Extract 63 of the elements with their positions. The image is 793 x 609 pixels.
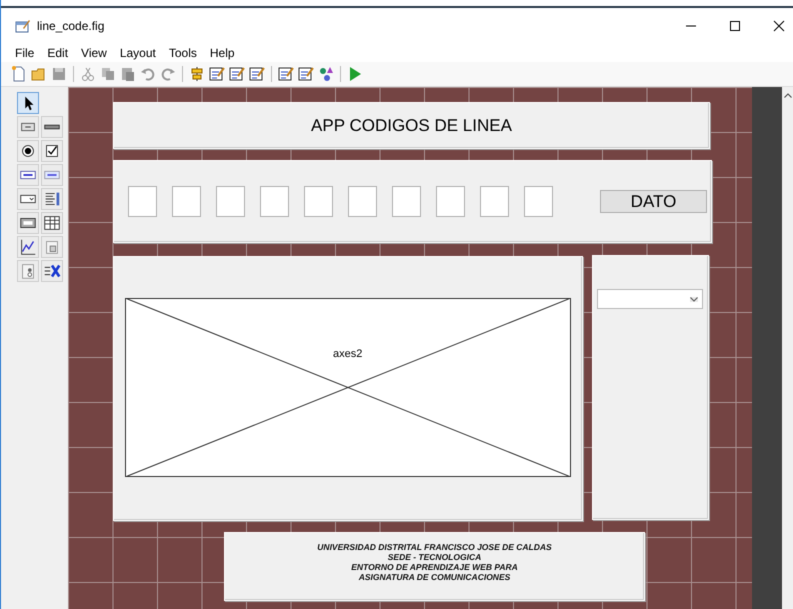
- component-tool[interactable]: [17, 116, 39, 138]
- new-file-icon[interactable]: [11, 66, 27, 82]
- menu-item[interactable]: Help: [210, 46, 235, 60]
- folder-icon[interactable]: [31, 66, 47, 82]
- run-icon[interactable]: [347, 66, 363, 82]
- undo-icon[interactable]: [140, 66, 156, 82]
- window-title: line_code.fig: [37, 19, 104, 33]
- component-tool[interactable]: [41, 116, 63, 138]
- save-icon[interactable]: [51, 66, 67, 82]
- app-title: APP CODIGOS DE LINEA: [311, 116, 512, 136]
- component-tool[interactable]: [17, 140, 39, 162]
- input-field[interactable]: [348, 186, 377, 217]
- chevron-down-icon: [690, 296, 698, 302]
- input-field[interactable]: [172, 186, 201, 217]
- menu-item[interactable]: File: [15, 46, 34, 60]
- footer-panel[interactable]: UNIVERSIDAD DISTRITAL FRANCISCO JOSE DE CALDAS SEDE - TECNOLOGICA ENTORNO DE APRENDIZAJE WEB PARA ASIGNATURA DE COMUNICACIONES: [224, 532, 645, 601]
- input-field[interactable]: [304, 186, 333, 217]
- align-icon[interactable]: [189, 66, 205, 82]
- component-tool[interactable]: [41, 188, 63, 210]
- component-tool[interactable]: [17, 164, 39, 186]
- close-button[interactable]: [773, 20, 785, 32]
- component-tool[interactable]: [17, 212, 39, 234]
- copy-icon[interactable]: [100, 66, 116, 82]
- input-field[interactable]: [480, 186, 509, 217]
- input-field[interactable]: [216, 186, 245, 217]
- credit-line: ENTORNO DE APRENDIZAJE WEB PARA: [351, 562, 518, 572]
- menu-item[interactable]: Layout: [120, 46, 156, 60]
- editor-icon[interactable]: [209, 66, 225, 82]
- title-panel[interactable]: APP CODIGOS DE LINEA: [113, 102, 710, 149]
- axes-label: axes2: [333, 348, 362, 360]
- maximize-button[interactable]: [729, 20, 741, 32]
- figure-icon: [15, 19, 31, 33]
- component-tool[interactable]: [17, 236, 39, 258]
- scroll-up-icon[interactable]: [784, 93, 792, 98]
- editor-icon[interactable]: [249, 66, 265, 82]
- component-tool[interactable]: [41, 140, 63, 162]
- editor-icon[interactable]: [298, 66, 314, 82]
- menu-item[interactable]: Edit: [47, 46, 68, 60]
- input-field[interactable]: [524, 186, 553, 217]
- shapes-icon[interactable]: [318, 66, 334, 82]
- component-tool[interactable]: [17, 188, 39, 210]
- input-field[interactable]: [260, 186, 289, 217]
- input-field[interactable]: [128, 186, 157, 217]
- paste-icon[interactable]: [120, 66, 136, 82]
- menu-item[interactable]: Tools: [168, 46, 197, 60]
- credit-line: SEDE - TECNOLOGICA: [388, 552, 482, 562]
- dato-button[interactable]: DATO: [600, 190, 707, 213]
- axes-placeholder[interactable]: [125, 298, 571, 477]
- editor-icon[interactable]: [229, 66, 245, 82]
- component-tool[interactable]: [41, 212, 63, 234]
- credit-line: ASIGNATURA DE COMUNICACIONES: [358, 572, 510, 582]
- redo-icon[interactable]: [160, 66, 176, 82]
- input-field[interactable]: [436, 186, 465, 217]
- component-tool[interactable]: [41, 260, 63, 282]
- credit-line: UNIVERSIDAD DISTRITAL FRANCISCO JOSE DE CALDAS: [317, 542, 552, 552]
- scissors-icon[interactable]: [80, 66, 96, 82]
- editor-icon[interactable]: [278, 66, 294, 82]
- input-panel[interactable]: DATO: [113, 160, 712, 243]
- axes-panel[interactable]: axes2: [113, 256, 583, 521]
- menu-item[interactable]: View: [81, 46, 107, 60]
- input-field[interactable]: [392, 186, 421, 217]
- select-tool[interactable]: [17, 92, 39, 114]
- scrollbar[interactable]: [782, 87, 793, 609]
